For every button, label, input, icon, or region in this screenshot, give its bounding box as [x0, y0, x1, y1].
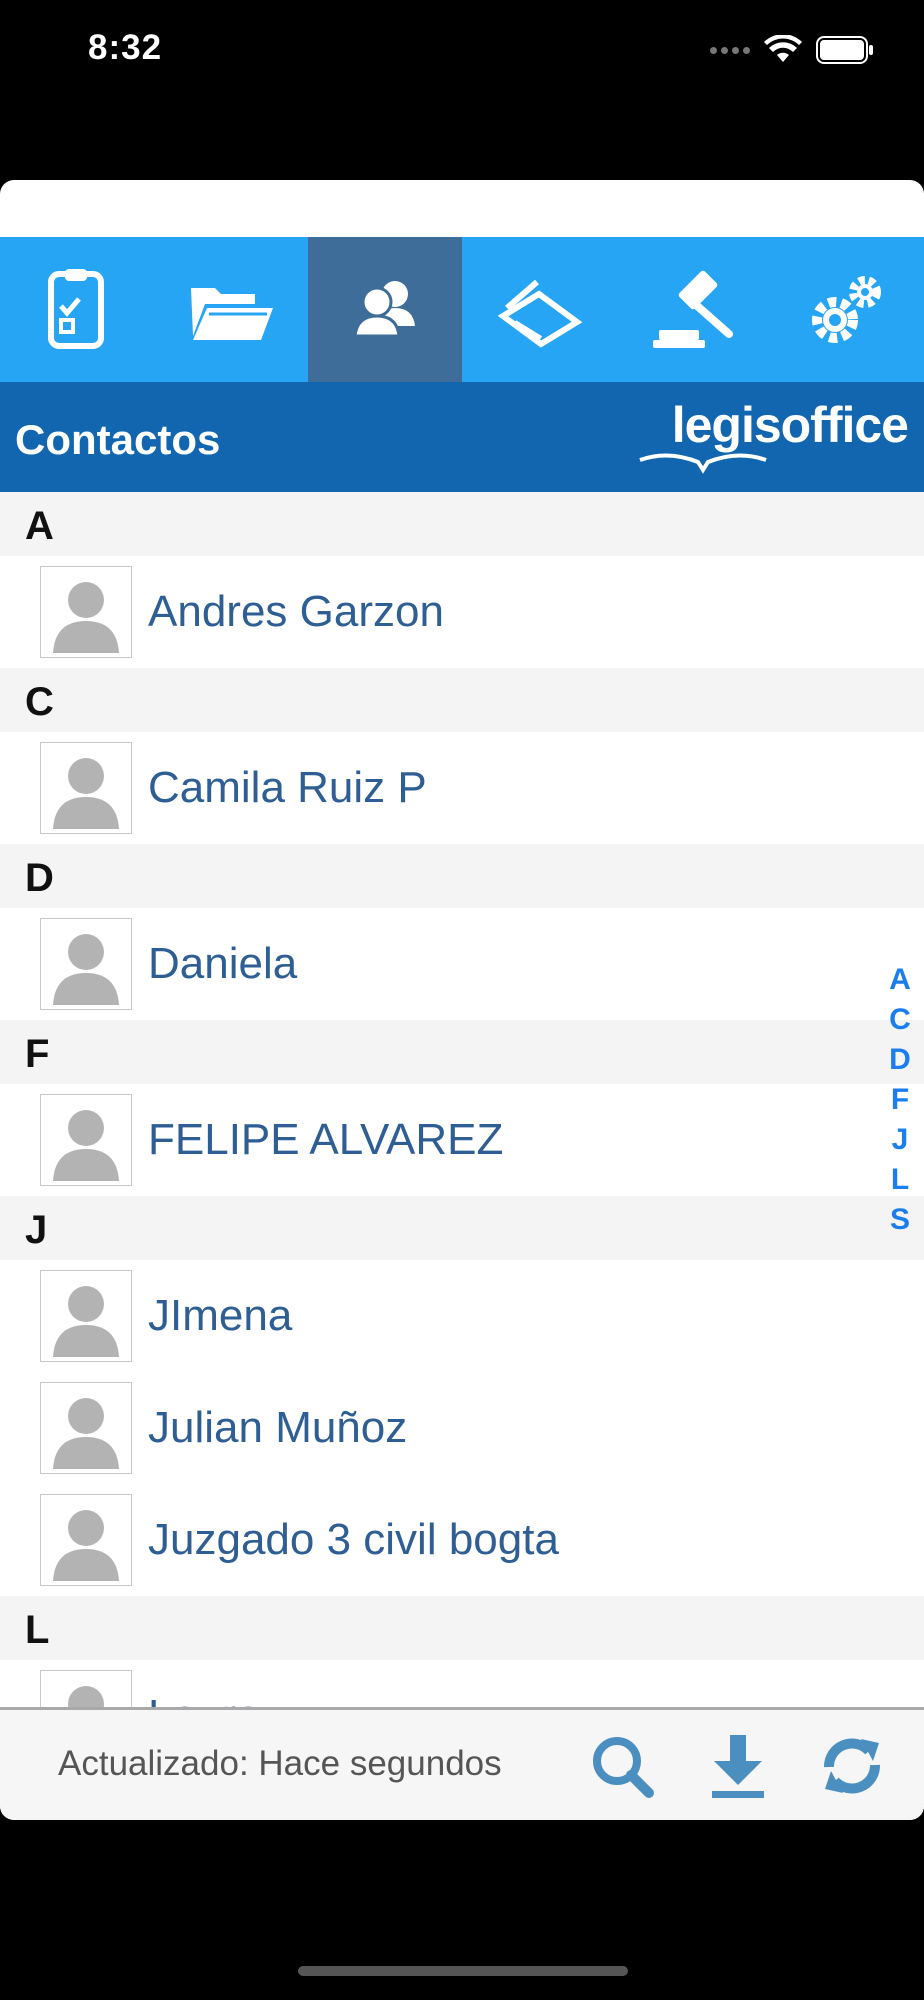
status-bar: 8:32	[0, 0, 924, 100]
index-letter[interactable]: C	[889, 1000, 911, 1040]
download-button[interactable]	[702, 1730, 774, 1802]
tab-legal[interactable]	[616, 237, 770, 382]
battery-icon	[816, 36, 873, 64]
gavel-icon	[653, 270, 733, 348]
section-letter: J	[25, 1208, 48, 1252]
section-letter: D	[25, 856, 54, 900]
user-placeholder-icon	[68, 1686, 104, 1707]
user-placeholder-icon	[53, 1286, 119, 1357]
contact-name: Laura	[148, 1691, 261, 1707]
alphabet-index[interactable]: ACDFJLS	[880, 960, 920, 1240]
user-placeholder-icon	[53, 1510, 119, 1581]
contact-name: Andres Garzon	[148, 587, 444, 636]
section-header: L	[0, 1596, 924, 1660]
contact-row[interactable]: Andres Garzon	[0, 556, 924, 668]
index-letter[interactable]: F	[891, 1080, 909, 1120]
contact-row[interactable]: Daniela	[0, 908, 924, 1020]
page-title: Contactos	[15, 416, 221, 463]
section-header: D	[0, 844, 924, 908]
tab-contacts[interactable]	[308, 237, 462, 382]
contact-name: Daniela	[148, 939, 298, 988]
contacts-icon	[353, 280, 415, 337]
status-icons	[710, 30, 874, 70]
tasks-checklist-icon	[48, 268, 104, 349]
index-letter[interactable]: A	[889, 960, 911, 1000]
brand-logo: legisoffice	[638, 392, 909, 482]
contacts-list-body: A Andres Garzon C Camila Ruiz P D Daniela F FEL…	[0, 492, 924, 1707]
contact-name: JImena	[148, 1291, 293, 1340]
section-header: A	[0, 492, 924, 556]
avatar	[40, 1270, 132, 1362]
status-time: 8:32	[88, 28, 163, 67]
tab-files[interactable]	[154, 237, 308, 382]
scanner-icon	[497, 279, 583, 348]
header-bar: Contactos legisoffice	[0, 382, 924, 492]
user-placeholder-icon	[53, 1398, 119, 1469]
index-letter[interactable]: J	[892, 1120, 909, 1160]
section-letter: A	[25, 504, 54, 548]
settings-gears-icon	[812, 275, 881, 343]
contact-row[interactable]: Julian Muñoz	[0, 1372, 924, 1484]
user-placeholder-icon	[53, 758, 119, 829]
avatar	[40, 918, 132, 1010]
contact-row[interactable]: FELIPE ALVAREZ	[0, 1084, 924, 1196]
download-icon	[712, 1735, 764, 1798]
refresh-icon	[823, 1738, 881, 1794]
last-updated-text: Actualizado: Hace segundos	[58, 1744, 502, 1783]
contact-name: Camila Ruiz P	[148, 763, 427, 812]
avatar	[40, 1382, 132, 1474]
avatar	[40, 1494, 132, 1586]
section-letter: F	[25, 1032, 50, 1076]
index-letter[interactable]: L	[891, 1160, 909, 1200]
avatar	[40, 566, 132, 658]
section-letter: L	[25, 1608, 50, 1652]
contact-row[interactable]: Laura	[0, 1660, 924, 1707]
bottom-bar: Actualizado: Hace segundos	[0, 1707, 924, 1820]
brand-name: legisoffice	[671, 397, 909, 453]
avatar	[40, 742, 132, 834]
contact-name: FELIPE ALVAREZ	[148, 1115, 504, 1164]
contact-row[interactable]: Juzgado 3 civil bogta	[0, 1484, 924, 1596]
wifi-icon	[764, 35, 802, 62]
contact-name: Juzgado 3 civil bogta	[148, 1515, 559, 1564]
avatar	[40, 1094, 132, 1186]
home-indicator	[298, 1966, 628, 1976]
section-header: C	[0, 668, 924, 732]
section-header: F	[0, 1020, 924, 1084]
contacts-list[interactable]: A Andres Garzon C Camila Ruiz P D Daniela F FEL…	[0, 492, 924, 1707]
user-placeholder-icon	[53, 1110, 119, 1181]
tab-scanner[interactable]	[462, 237, 616, 382]
section-letter: C	[25, 680, 54, 724]
user-placeholder-icon	[53, 582, 119, 653]
signal-icon	[710, 46, 750, 54]
main-toolbar	[0, 237, 924, 382]
book-swoosh-icon	[639, 453, 767, 474]
tab-settings[interactable]	[770, 237, 924, 382]
contact-row[interactable]: JImena	[0, 1260, 924, 1372]
index-letter[interactable]: D	[889, 1040, 911, 1080]
contact-name: Julian Muñoz	[148, 1403, 408, 1452]
app-card: Contactos legisoffice A Andres Garzon C Cam…	[0, 180, 924, 1820]
folder-icon	[191, 287, 273, 340]
index-letter[interactable]: S	[890, 1200, 910, 1240]
search-button[interactable]	[586, 1730, 658, 1802]
tab-tasks[interactable]	[0, 237, 154, 382]
search-icon	[593, 1737, 654, 1798]
refresh-button[interactable]	[816, 1730, 888, 1802]
contact-row[interactable]: Camila Ruiz P	[0, 732, 924, 844]
section-header: J	[0, 1196, 924, 1260]
user-placeholder-icon	[53, 934, 119, 1005]
avatar	[40, 1670, 132, 1707]
